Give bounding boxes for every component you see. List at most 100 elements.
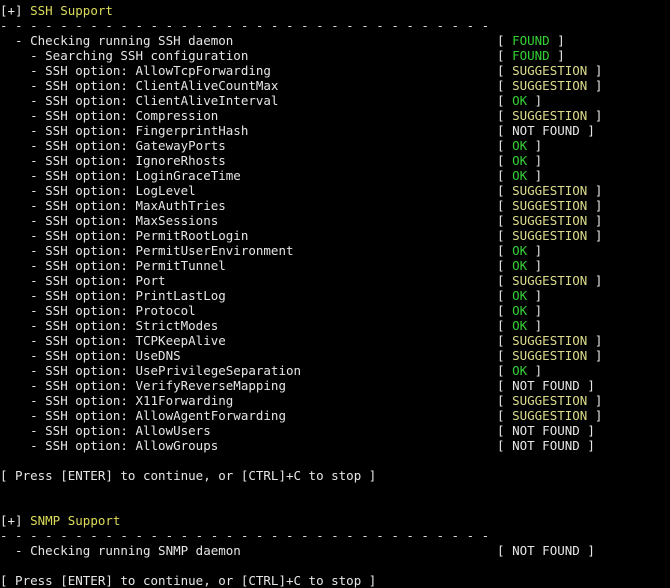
status-bracket-close: ] <box>587 348 603 363</box>
status-bracket-close: ] <box>587 333 603 348</box>
check-row: - SSH option: LoginGraceTime [ OK ] <box>0 168 670 183</box>
check-label: - SSH option: LoginGraceTime <box>0 168 241 183</box>
status-bracket-close: ] <box>527 303 543 318</box>
check-label: - SSH option: ClientAliveCountMax <box>0 78 279 93</box>
status-bracket-open: [ <box>497 93 513 108</box>
status-bracket-open: [ <box>497 378 513 393</box>
check-row: - SSH option: MaxAuthTries [ SUGGESTION ] <box>0 198 670 213</box>
check-label: - SSH option: IgnoreRhosts <box>0 153 226 168</box>
status-bracket-close: ] <box>579 123 595 138</box>
check-label: - SSH option: Port <box>0 273 166 288</box>
status-bracket-close: ] <box>587 63 603 78</box>
status-text: SUGGESTION <box>512 213 588 228</box>
status-bracket-open: [ <box>497 543 513 558</box>
status-bracket-open: [ <box>497 288 513 303</box>
status-text: SUGGESTION <box>512 108 588 123</box>
check-label: - SSH option: GatewayPorts <box>0 138 226 153</box>
check-label: - SSH option: X11Forwarding <box>0 393 234 408</box>
check-label: - SSH option: AllowUsers <box>0 423 211 438</box>
status-bracket-close: ] <box>527 243 543 258</box>
status-text: NOT FOUND <box>512 378 580 393</box>
status-bracket-open: [ <box>497 183 513 198</box>
status-bracket-open: [ <box>497 363 513 378</box>
check-label: - SSH option: FingerprintHash <box>0 123 249 138</box>
status-text: OK <box>512 93 528 108</box>
status-bracket-close: ] <box>587 78 603 93</box>
check-row: - SSH option: GatewayPorts [ OK ] <box>0 138 670 153</box>
section-title: SNMP Support <box>30 513 121 528</box>
check-row: - SSH option: AllowAgentForwarding [ SUGG… <box>0 408 670 423</box>
check-row: - SSH option: AllowUsers [ NOT FOUND ] <box>0 423 670 438</box>
status-bracket-open: [ <box>497 48 513 63</box>
check-row: - SSH option: VerifyReverseMapping [ NOT … <box>0 378 670 393</box>
section-header: [+] SSH Support <box>0 3 670 18</box>
status-bracket-open: [ <box>497 273 513 288</box>
status-badge: [ FOUND ] <box>497 48 565 63</box>
status-bracket-close: ] <box>587 198 603 213</box>
status-badge: [ FOUND ] <box>497 33 565 48</box>
check-label: - Checking running SSH daemon <box>0 33 234 48</box>
status-bracket-open: [ <box>497 423 513 438</box>
section-title: SSH Support <box>30 3 113 18</box>
check-label: - SSH option: AllowAgentForwarding <box>0 408 286 423</box>
check-label: - SSH option: PermitTunnel <box>0 258 226 273</box>
check-label: - SSH option: AllowTcpForwarding <box>0 63 271 78</box>
status-text: OK <box>512 288 528 303</box>
status-badge: [ OK ] <box>497 168 542 183</box>
audit-section: [+] SNMP Support - - - - - - - - - - - - … <box>0 513 670 588</box>
status-badge: [ SUGGESTION ] <box>497 333 602 348</box>
status-bracket-close: ] <box>587 183 603 198</box>
status-text: SUGGESTION <box>512 228 588 243</box>
status-bracket-close: ] <box>587 228 603 243</box>
status-badge: [ NOT FOUND ] <box>497 543 595 558</box>
continue-prompt[interactable]: [ Press [ENTER] to continue, or [CTRL]+C… <box>0 468 670 483</box>
check-row: - Searching SSH configuration [ FOUND ] <box>0 48 670 63</box>
status-bracket-close: ] <box>579 543 595 558</box>
status-text: SUGGESTION <box>512 348 588 363</box>
status-badge: [ SUGGESTION ] <box>497 183 602 198</box>
check-row: - SSH option: ClientAliveCountMax [ SUGGE… <box>0 78 670 93</box>
check-row: - SSH option: UseDNS [ SUGGESTION ] <box>0 348 670 363</box>
status-bracket-open: [ <box>497 258 513 273</box>
status-bracket-close: ] <box>587 408 603 423</box>
audit-section: [+] SSH Support - - - - - - - - - - - - -… <box>0 3 670 513</box>
status-bracket-open: [ <box>497 333 513 348</box>
status-bracket-close: ] <box>527 258 543 273</box>
section-marker: [+] <box>0 3 23 18</box>
status-text: SUGGESTION <box>512 78 588 93</box>
continue-prompt-text: [ Press [ENTER] to continue, or [CTRL]+C… <box>0 468 377 483</box>
status-badge: [ OK ] <box>497 303 542 318</box>
status-bracket-close: ] <box>579 438 595 453</box>
status-bracket-open: [ <box>497 228 513 243</box>
status-badge: [ NOT FOUND ] <box>497 423 595 438</box>
status-badge: [ SUGGESTION ] <box>497 273 602 288</box>
check-label: - SSH option: Compression <box>0 108 219 123</box>
status-bracket-open: [ <box>497 63 513 78</box>
check-label: - SSH option: PrintLastLog <box>0 288 226 303</box>
check-row: - SSH option: Compression [ SUGGESTION ] <box>0 108 670 123</box>
section-separator: - - - - - - - - - - - - - - - - - - - - … <box>0 18 670 33</box>
status-bracket-close: ] <box>579 378 595 393</box>
status-badge: [ SUGGESTION ] <box>497 213 602 228</box>
status-bracket-open: [ <box>497 168 513 183</box>
check-row: - SSH option: AllowGroups [ NOT FOUND ] <box>0 438 670 453</box>
status-text: OK <box>512 153 528 168</box>
status-bracket-close: ] <box>527 153 543 168</box>
check-label: - SSH option: MaxAuthTries <box>0 198 226 213</box>
status-badge: [ SUGGESTION ] <box>497 78 602 93</box>
check-label: - SSH option: ClientAliveInterval <box>0 93 279 108</box>
status-bracket-open: [ <box>497 198 513 213</box>
status-bracket-close: ] <box>527 288 543 303</box>
status-bracket-close: ] <box>587 273 603 288</box>
continue-prompt[interactable]: [ Press [ENTER] to continue, or [CTRL]+C… <box>0 573 670 588</box>
section-marker: [+] <box>0 513 23 528</box>
status-bracket-close: ] <box>527 318 543 333</box>
status-badge: [ NOT FOUND ] <box>497 378 595 393</box>
status-text: SUGGESTION <box>512 333 588 348</box>
check-label: - SSH option: Protocol <box>0 303 196 318</box>
status-bracket-open: [ <box>497 318 513 333</box>
check-label: - SSH option: UseDNS <box>0 348 181 363</box>
terminal-window[interactable]: [+] SSH Support - - - - - - - - - - - - -… <box>0 0 670 588</box>
